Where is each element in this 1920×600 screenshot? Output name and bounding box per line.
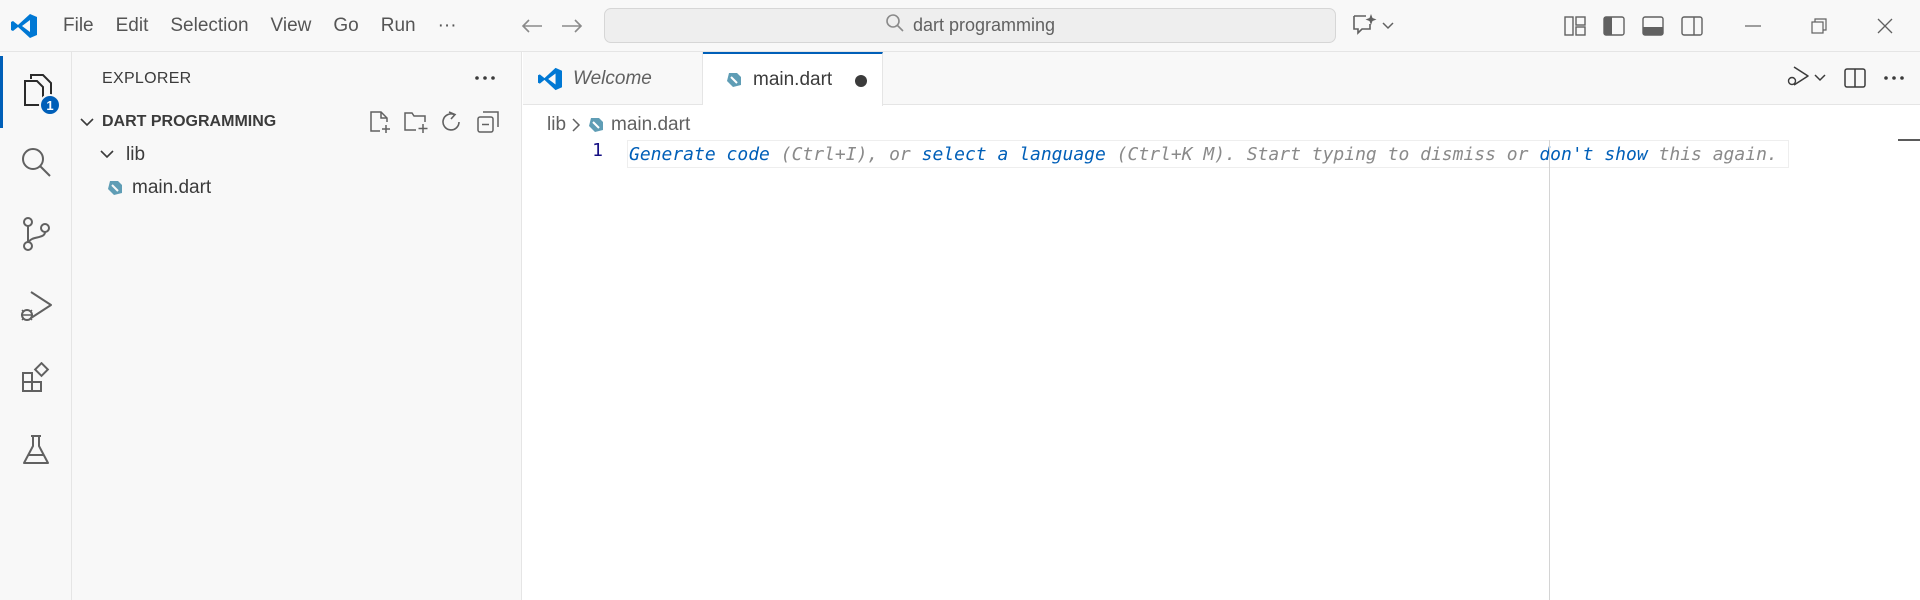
navigation-arrows [518, 12, 586, 40]
menu-file[interactable]: File [52, 0, 105, 52]
breadcrumb: lib main.dart [547, 110, 690, 140]
menu-bar: File Edit Selection View Go Run ··· [52, 0, 468, 52]
explorer-sidebar: EXPLORER DART PROGRAMMING lib main.dart [72, 52, 522, 600]
search-icon [885, 13, 905, 38]
search-icon [20, 146, 52, 183]
editor-ruler [1549, 140, 1550, 600]
select-language-link[interactable]: select a language [922, 144, 1106, 165]
vscode-logo-icon [537, 67, 563, 91]
empty-editor-hint: Generate code (Ctrl+I), or select a lang… [629, 140, 1789, 169]
source-control-icon [21, 216, 51, 256]
menu-more[interactable]: ··· [427, 0, 468, 52]
command-center-text: dart programming [912, 15, 1056, 35]
menu-run[interactable]: Run [370, 0, 427, 52]
tab-label: main.dart [753, 69, 833, 90]
breadcrumb-file[interactable]: main.dart [611, 114, 690, 136]
chevron-down-icon [1814, 69, 1826, 87]
run-debug-icon [1786, 65, 1810, 92]
file-label: main.dart [132, 176, 212, 198]
dont-show-link[interactable]: don't show [1539, 144, 1647, 165]
hint-text-part: this again. [1647, 144, 1778, 165]
run-debug-icon [19, 289, 53, 328]
chevron-down-icon [80, 117, 100, 127]
more-actions-icon[interactable] [470, 64, 500, 92]
toggle-primary-sidebar-icon[interactable] [1599, 12, 1628, 40]
dart-file-icon [106, 179, 124, 197]
generate-code-link[interactable]: Generate code [629, 144, 770, 165]
tab-welcome[interactable]: Welcome [523, 52, 703, 105]
unsaved-dot-icon[interactable] [855, 75, 867, 87]
extensions-activity[interactable] [0, 344, 72, 416]
chevron-down-icon [100, 150, 122, 159]
tree-file-main-dart[interactable]: main.dart [72, 171, 522, 204]
minimap-cursor-marker [1898, 139, 1920, 141]
folder-label: lib [126, 143, 146, 165]
run-debug-dropdown[interactable] [1786, 64, 1826, 92]
chevron-down-icon [1382, 17, 1394, 35]
minimize-icon[interactable] [1720, 0, 1786, 52]
back-arrow-icon[interactable] [518, 12, 546, 40]
source-control-activity[interactable] [0, 200, 72, 272]
copilot-chat-icon [1352, 13, 1378, 40]
collapse-all-icon[interactable] [474, 108, 501, 135]
breadcrumb-folder[interactable]: lib [547, 114, 566, 136]
dart-file-icon [725, 71, 743, 89]
hint-text-part: (Ctrl+K M). Start typing to dismiss or [1105, 144, 1540, 165]
tree-folder-lib[interactable]: lib [72, 138, 522, 171]
testing-activity[interactable] [0, 416, 72, 488]
menu-go[interactable]: Go [322, 0, 369, 52]
refresh-icon[interactable] [438, 108, 465, 135]
hint-text-part: (Ctrl+I), or [769, 144, 922, 165]
run-debug-activity[interactable] [0, 272, 72, 344]
command-center-search[interactable]: dart programming [604, 8, 1336, 43]
explorer-title: EXPLORER [102, 70, 192, 87]
line-number: 1 [592, 140, 603, 161]
activity-bar: 1 [0, 52, 72, 600]
layout-controls [1560, 12, 1706, 40]
workspace-title: DART PROGRAMMING [102, 113, 277, 130]
explorer-activity[interactable]: 1 [0, 56, 72, 128]
flask-icon [22, 434, 50, 471]
search-activity[interactable] [0, 128, 72, 200]
tab-bar: Welcome main.dart [523, 52, 1920, 106]
toggle-secondary-sidebar-icon[interactable] [1677, 12, 1706, 40]
changes-badge: 1 [39, 94, 61, 116]
chevron-right-icon [572, 118, 581, 132]
restore-icon[interactable] [1786, 0, 1852, 52]
tab-label: Welcome [573, 67, 652, 89]
vscode-logo-icon [10, 13, 38, 39]
tab-main-dart[interactable]: main.dart [703, 52, 883, 106]
new-folder-icon[interactable] [402, 108, 429, 135]
extensions-icon [20, 361, 52, 399]
copilot-chat-button[interactable] [1352, 12, 1400, 40]
editor-actions [1786, 64, 1904, 92]
new-file-icon[interactable] [366, 108, 393, 135]
more-actions-icon[interactable] [1884, 64, 1904, 92]
close-icon[interactable] [1852, 0, 1918, 52]
menu-view[interactable]: View [260, 0, 323, 52]
menu-selection[interactable]: Selection [159, 0, 259, 52]
dart-file-icon [587, 116, 605, 134]
toggle-panel-icon[interactable] [1638, 12, 1667, 40]
title-bar: File Edit Selection View Go Run ··· dart… [0, 0, 1920, 52]
explorer-actions [366, 108, 501, 135]
split-editor-icon[interactable] [1844, 64, 1866, 92]
menu-edit[interactable]: Edit [105, 0, 160, 52]
customize-layout-icon[interactable] [1560, 12, 1589, 40]
editor-area: Welcome main.dart lib main.dart 1 Genera… [523, 52, 1920, 600]
window-controls [1720, 0, 1918, 52]
forward-arrow-icon[interactable] [558, 12, 586, 40]
